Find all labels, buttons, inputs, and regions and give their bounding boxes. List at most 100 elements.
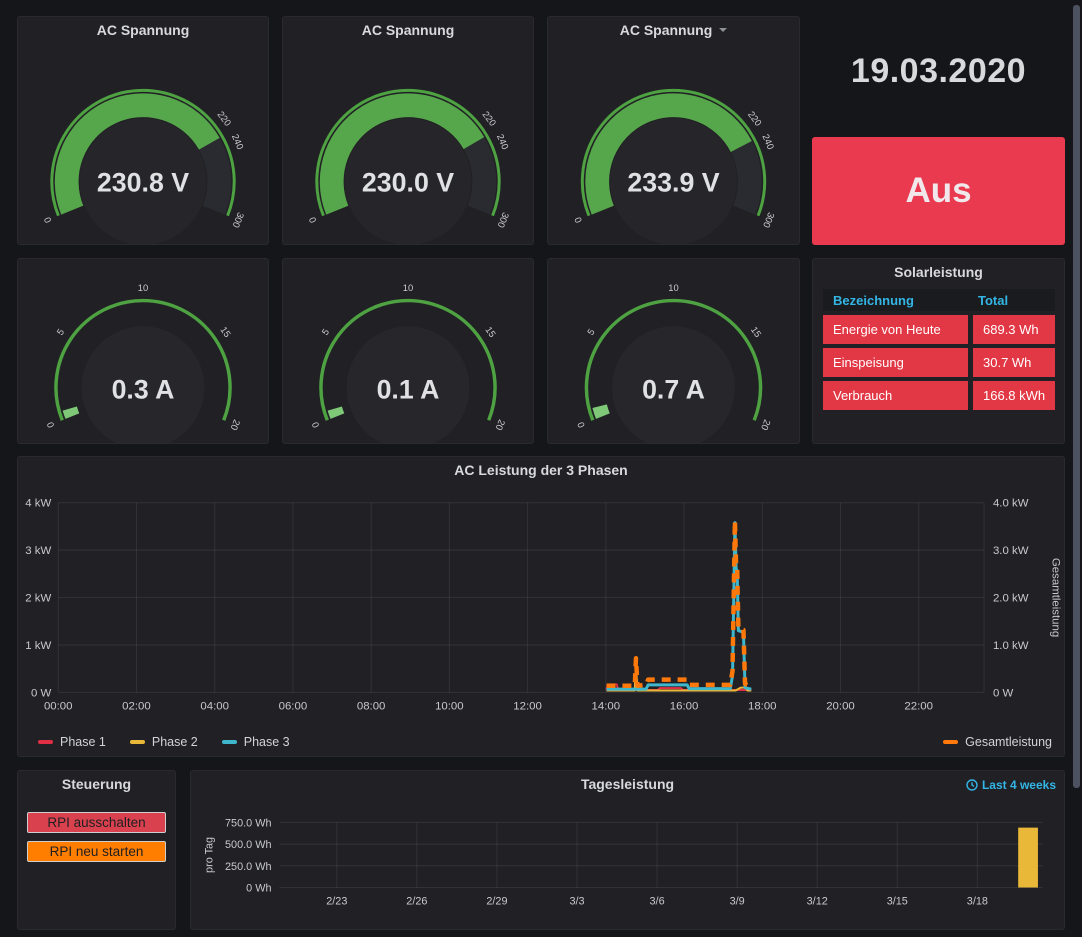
panel-title-text: AC Spannung — [97, 22, 190, 38]
panel-steuerung: Steuerung RPI ausschalten RPI neu starte… — [17, 770, 176, 930]
phase-chart: 0 W1 kW2 kW3 kW4 kW0 W1.0 kW2.0 kW3.0 kW… — [18, 457, 1064, 756]
svg-text:12:00: 12:00 — [513, 700, 542, 712]
svg-text:0.7 A: 0.7 A — [642, 374, 705, 404]
legend-left: Phase 1 Phase 2 Phase 3 — [38, 735, 290, 749]
voltage-gauge: 0220240300233.9 V — [548, 17, 799, 244]
svg-text:2.0 kW: 2.0 kW — [993, 593, 1029, 605]
table-body: Energie von Heute689.3 WhEinspeisung30.7… — [823, 315, 1055, 410]
svg-text:4 kW: 4 kW — [25, 498, 51, 510]
table-row: Energie von Heute689.3 Wh — [823, 315, 1055, 344]
legend-swatch — [943, 740, 958, 744]
table-cell-label: Einspeisung — [823, 348, 968, 377]
table-cell-value: 166.8 kWh — [973, 381, 1055, 410]
svg-text:240: 240 — [230, 132, 246, 151]
table-cell-label: Energie von Heute — [823, 315, 968, 344]
current-gauge: 051015200.1 A — [283, 259, 533, 443]
column-header-total[interactable]: Total — [968, 293, 1055, 308]
panel-ac-voltage-2: AC Spannung 0 220 240 300 230.0 V — [282, 16, 534, 245]
panel-title[interactable]: AC Leistung der 3 Phasen — [18, 457, 1064, 483]
svg-text:10:00: 10:00 — [435, 700, 464, 712]
svg-text:1 kW: 1 kW — [25, 640, 51, 652]
panel-ac-leistung: AC Leistung der 3 Phasen 0 W1 kW2 kW3 kW… — [17, 456, 1065, 757]
svg-text:750.0 Wh: 750.0 Wh — [225, 817, 271, 829]
table-cell-value: 30.7 Wh — [973, 348, 1055, 377]
panel-title-text: Tagesleistung — [581, 776, 674, 792]
legend-swatch — [130, 740, 145, 744]
svg-text:233.9 V: 233.9 V — [627, 167, 719, 197]
scrollbar-thumb[interactable] — [1073, 5, 1080, 788]
svg-text:230.0 V: 230.0 V — [362, 167, 454, 197]
chart-legend: Phase 1 Phase 2 Phase 3 Gesamtleistung — [38, 735, 1052, 749]
svg-text:10: 10 — [668, 282, 678, 293]
svg-text:1.0 kW: 1.0 kW — [993, 640, 1029, 652]
svg-text:220: 220 — [480, 109, 498, 128]
svg-text:02:00: 02:00 — [122, 700, 151, 712]
time-range-label: Last 4 weeks — [982, 778, 1056, 792]
svg-text:15: 15 — [749, 324, 764, 339]
svg-text:250.0 Wh: 250.0 Wh — [225, 861, 271, 873]
svg-text:300: 300 — [496, 211, 512, 230]
legend-item-phase-1[interactable]: Phase 1 — [38, 735, 106, 749]
svg-text:5: 5 — [54, 326, 66, 336]
svg-text:300: 300 — [231, 211, 247, 230]
legend-item-phase-3[interactable]: Phase 3 — [222, 735, 290, 749]
date-display-panel: 19.03.2020 — [812, 16, 1065, 126]
svg-text:15: 15 — [483, 324, 498, 339]
bar-3/19 — [1018, 828, 1038, 888]
svg-text:240: 240 — [760, 132, 776, 151]
rpi-ausschalten-button[interactable]: RPI ausschalten — [27, 812, 166, 833]
panel-tagesleistung: Tagesleistung Last 4 weeks 0 Wh250.0 Wh5… — [190, 770, 1065, 930]
legend-right: Gesamtleistung — [943, 735, 1052, 749]
svg-text:0.3 A: 0.3 A — [112, 374, 175, 404]
svg-text:2 kW: 2 kW — [25, 593, 51, 605]
legend-label: Phase 3 — [244, 735, 290, 749]
svg-text:3/15: 3/15 — [887, 895, 908, 907]
svg-text:08:00: 08:00 — [357, 700, 386, 712]
svg-text:22:00: 22:00 — [904, 700, 933, 712]
svg-text:0: 0 — [41, 216, 53, 225]
svg-text:230.8 V: 230.8 V — [97, 167, 189, 197]
table-cell-value: 689.3 Wh — [973, 315, 1055, 344]
svg-text:0: 0 — [309, 421, 321, 430]
svg-text:0 W: 0 W — [31, 687, 52, 699]
svg-text:00:00: 00:00 — [44, 700, 73, 712]
table-header-row: Bezeichnung Total — [823, 289, 1055, 311]
svg-text:10: 10 — [138, 282, 148, 293]
svg-text:20: 20 — [759, 418, 773, 432]
svg-text:500.0 Wh: 500.0 Wh — [225, 839, 271, 851]
svg-text:04:00: 04:00 — [200, 700, 229, 712]
panel-ac-current-1: 051015200.3 A — [17, 258, 269, 444]
panel-solarleistung: Solarleistung Bezeichnung Total Energie … — [812, 258, 1065, 444]
panel-title[interactable]: AC Spannung — [18, 17, 268, 43]
svg-text:240: 240 — [495, 132, 511, 151]
legend-item-gesamtleistung[interactable]: Gesamtleistung — [943, 735, 1052, 749]
svg-text:14:00: 14:00 — [592, 700, 621, 712]
svg-text:pro Tag: pro Tag — [203, 837, 215, 873]
clock-icon — [966, 779, 978, 791]
svg-text:0.1 A: 0.1 A — [377, 374, 440, 404]
svg-text:20: 20 — [229, 418, 243, 432]
current-gauge: 051015200.7 A — [548, 259, 799, 443]
panel-title[interactable]: Solarleistung — [813, 259, 1064, 285]
voltage-gauge: 0 220 240 300 230.0 V — [283, 17, 533, 244]
voltage-gauge: 0220240300230.8 V — [18, 17, 268, 244]
power-status-label: Aus — [905, 171, 971, 211]
panel-title[interactable]: Steuerung — [18, 771, 175, 797]
panel-title[interactable]: Tagesleistung — [191, 771, 1064, 797]
svg-text:4.0 kW: 4.0 kW — [993, 498, 1029, 510]
legend-label: Phase 1 — [60, 735, 106, 749]
svg-text:0: 0 — [44, 421, 56, 430]
power-status-panel[interactable]: Aus — [812, 137, 1065, 245]
panel-title[interactable]: AC Spannung — [283, 17, 533, 43]
panel-title[interactable]: AC Spannung — [548, 17, 799, 43]
svg-text:0: 0 — [306, 216, 318, 225]
legend-item-phase-2[interactable]: Phase 2 — [130, 735, 198, 749]
rpi-neu-starten-button[interactable]: RPI neu starten — [27, 841, 166, 862]
panel-title-text: AC Leistung der 3 Phasen — [454, 462, 627, 478]
time-range-control[interactable]: Last 4 weeks — [966, 778, 1056, 792]
column-header-bezeichnung[interactable]: Bezeichnung — [823, 293, 968, 308]
date-text: 19.03.2020 — [851, 52, 1026, 91]
table-row: Verbrauch166.8 kWh — [823, 381, 1055, 410]
svg-text:2/26: 2/26 — [406, 895, 427, 907]
chevron-down-icon — [719, 28, 727, 32]
